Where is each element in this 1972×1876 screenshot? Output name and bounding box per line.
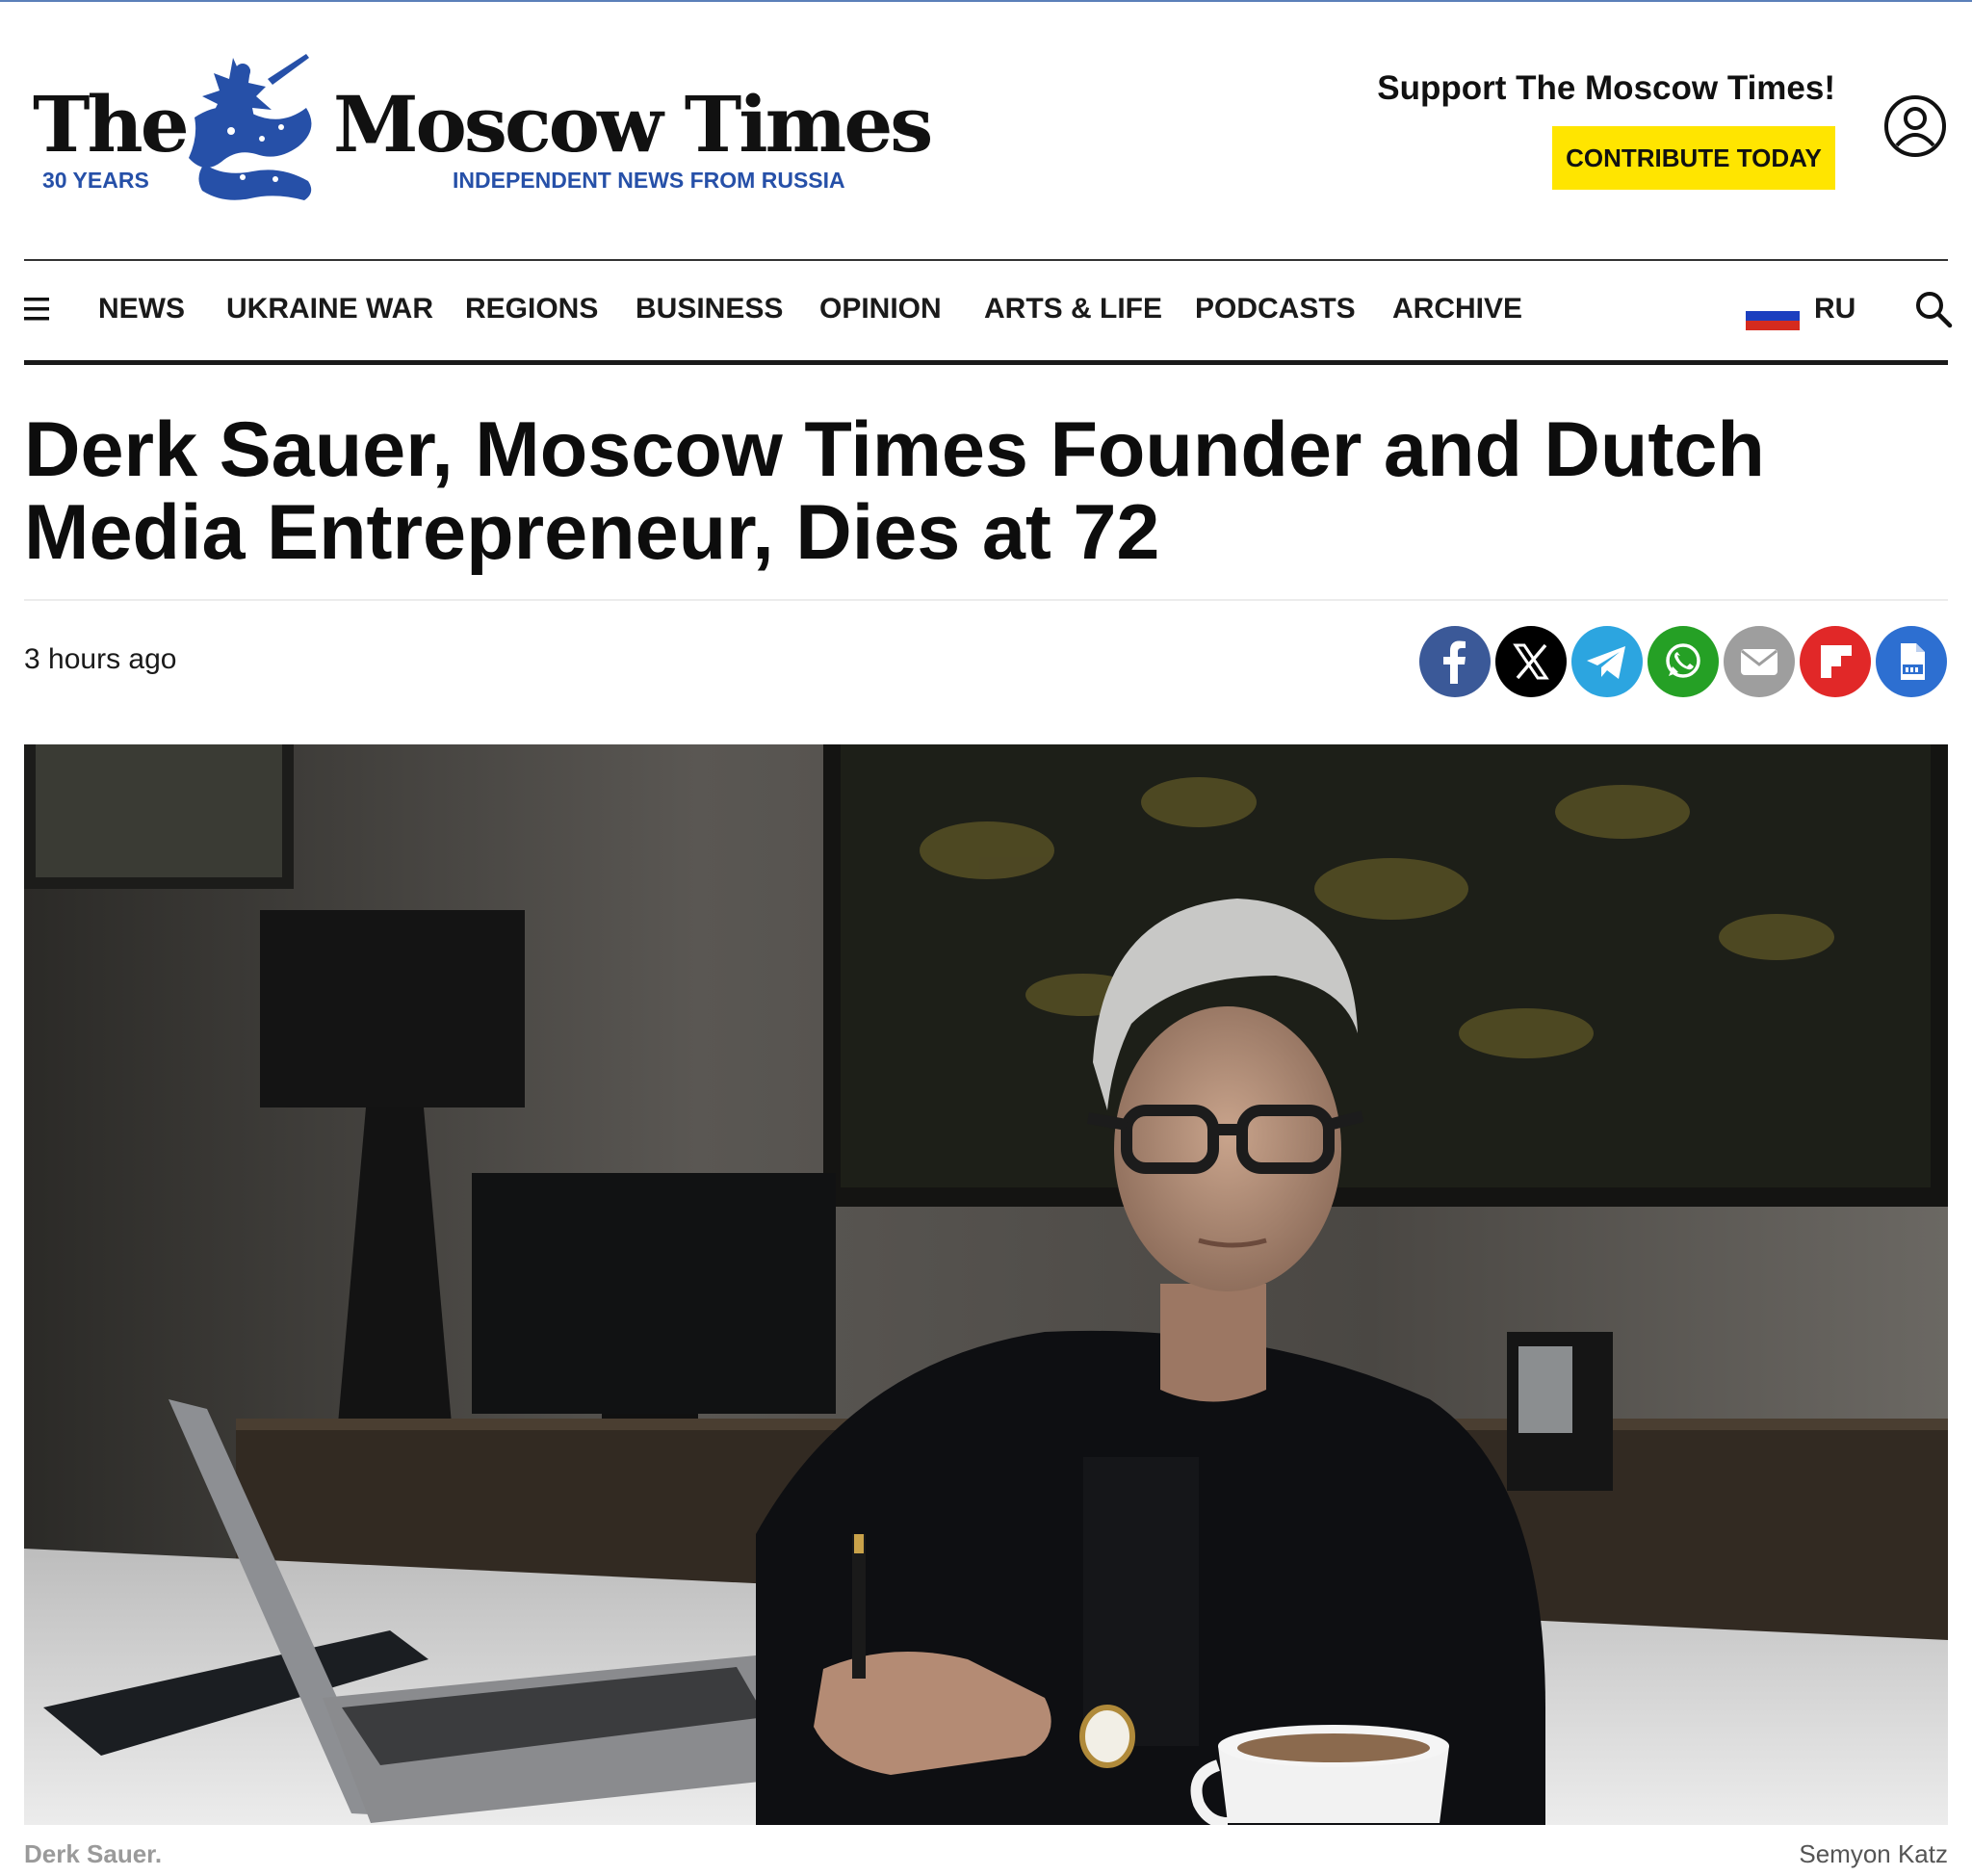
logo-word-moscow-times: Moscow Times xyxy=(333,79,933,169)
share-whatsapp-button[interactable] xyxy=(1648,626,1719,697)
nav-item-archive[interactable]: ARCHIVE xyxy=(1392,293,1522,326)
headline-divider xyxy=(24,599,1948,601)
share-email-button[interactable] xyxy=(1724,626,1795,697)
st-george-emblem-icon xyxy=(189,54,312,200)
article-timestamp: 3 hours ago xyxy=(24,643,177,675)
article-headline: Derk Sauer, Moscow Times Founder and Dut… xyxy=(24,406,1765,576)
share-x-button[interactable] xyxy=(1495,626,1567,697)
telegram-icon xyxy=(1571,626,1643,697)
facebook-icon xyxy=(1419,626,1491,697)
photo-caption: Derk Sauer. xyxy=(24,1839,163,1868)
email-icon xyxy=(1724,626,1795,697)
language-switch[interactable]: RU xyxy=(1814,293,1855,326)
menu-icon[interactable] xyxy=(24,297,51,322)
nav-bottom-rule xyxy=(24,360,1948,365)
nav-item-business[interactable]: BUSINESS xyxy=(636,293,783,326)
main-nav: NEWS UKRAINE WAR REGIONS BUSINESS OPINIO… xyxy=(24,261,1953,361)
site-logo[interactable]: The Moscow Times 30 YEARS INDEPENDENT NE… xyxy=(33,50,933,214)
x-icon xyxy=(1495,626,1567,697)
nav-item-podcasts[interactable]: PODCASTS xyxy=(1195,293,1356,326)
nav-item-news[interactable]: NEWS xyxy=(98,293,185,326)
nav-item-regions[interactable]: REGIONS xyxy=(465,293,598,326)
flipboard-icon xyxy=(1800,626,1871,697)
russia-flag-icon[interactable] xyxy=(1746,301,1800,330)
photo-credit: Semyon Katz xyxy=(1799,1839,1948,1868)
share-flipboard-button[interactable] xyxy=(1800,626,1871,697)
nav-item-opinion[interactable]: OPINION xyxy=(819,293,942,326)
nav-item-arts-life[interactable]: ARTS & LIFE xyxy=(984,293,1162,326)
search-icon[interactable] xyxy=(1914,290,1953,328)
logo-tagline: INDEPENDENT NEWS FROM RUSSIA xyxy=(453,168,845,193)
logo-years: 30 YEARS xyxy=(42,168,149,193)
contribute-button[interactable]: CONTRIBUTE TODAY xyxy=(1552,126,1835,190)
account-icon[interactable] xyxy=(1883,94,1947,158)
nav-item-ukraine-war[interactable]: UKRAINE WAR xyxy=(226,293,433,326)
logo-word-the: The xyxy=(33,79,190,169)
share-facebook-button[interactable] xyxy=(1419,626,1491,697)
article-photo xyxy=(24,744,1948,1825)
share-telegram-button[interactable] xyxy=(1571,626,1643,697)
pdf-icon xyxy=(1876,626,1947,697)
share-pdf-button[interactable] xyxy=(1876,626,1947,697)
support-text: Support The Moscow Times! xyxy=(1377,69,1835,107)
whatsapp-icon xyxy=(1648,626,1719,697)
portrait-illustration xyxy=(24,744,1948,1825)
top-accent-line xyxy=(0,0,1972,2)
